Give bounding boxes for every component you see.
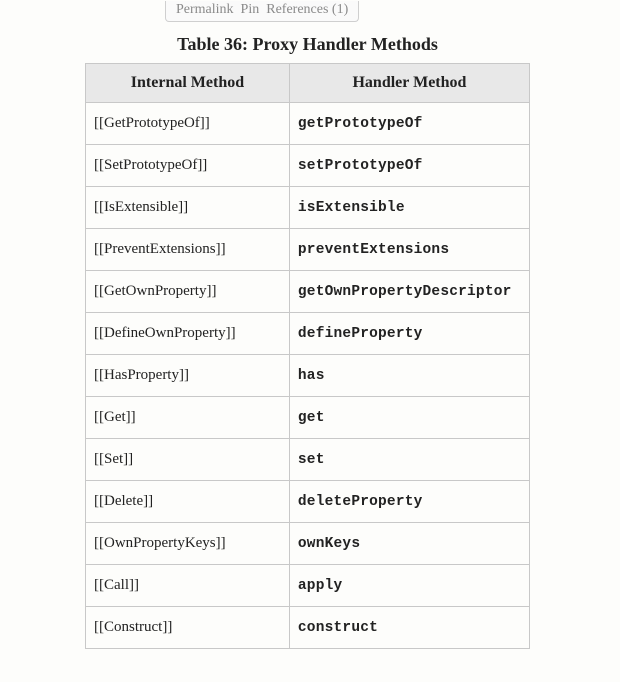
- table-row: [[GetPrototypeOf]]getPrototypeOf: [86, 103, 530, 145]
- table-row: [[Get]]get: [86, 397, 530, 439]
- internal-method-cell: [[OwnPropertyKeys]]: [86, 523, 290, 565]
- table-row: [[Set]]set: [86, 439, 530, 481]
- handler-method-cell: set: [289, 439, 529, 481]
- table-row: [[OwnPropertyKeys]]ownKeys: [86, 523, 530, 565]
- table-row: [[Construct]]construct: [86, 607, 530, 649]
- handler-method-cell: getPrototypeOf: [289, 103, 529, 145]
- handler-method-cell: get: [289, 397, 529, 439]
- handler-method-cell: apply: [289, 565, 529, 607]
- table-row: [[IsExtensible]]isExtensible: [86, 187, 530, 229]
- handler-method-cell: setPrototypeOf: [289, 145, 529, 187]
- table-row: [[HasProperty]]has: [86, 355, 530, 397]
- handler-method-cell: isExtensible: [289, 187, 529, 229]
- internal-method-cell: [[DefineOwnProperty]]: [86, 313, 290, 355]
- handler-method-cell: deleteProperty: [289, 481, 529, 523]
- handler-method-cell: preventExtensions: [289, 229, 529, 271]
- internal-method-cell: [[GetOwnProperty]]: [86, 271, 290, 313]
- handler-method-cell: construct: [289, 607, 529, 649]
- table-row: [[Delete]]deleteProperty: [86, 481, 530, 523]
- internal-method-cell: [[Delete]]: [86, 481, 290, 523]
- header-handler-method: Handler Method: [289, 64, 529, 103]
- internal-method-cell: [[PreventExtensions]]: [86, 229, 290, 271]
- handler-method-cell: defineProperty: [289, 313, 529, 355]
- internal-method-cell: [[Get]]: [86, 397, 290, 439]
- internal-method-cell: [[Construct]]: [86, 607, 290, 649]
- references-link[interactable]: References (1): [264, 2, 350, 18]
- internal-method-cell: [[Set]]: [86, 439, 290, 481]
- pin-link[interactable]: Pin: [239, 2, 262, 18]
- table-row: [[Call]]apply: [86, 565, 530, 607]
- table-row: [[DefineOwnProperty]]defineProperty: [86, 313, 530, 355]
- internal-method-cell: [[SetPrototypeOf]]: [86, 145, 290, 187]
- handler-method-cell: getOwnPropertyDescriptor: [289, 271, 529, 313]
- internal-method-cell: [[IsExtensible]]: [86, 187, 290, 229]
- reference-popup: Permalink Pin References (1): [165, 1, 359, 22]
- internal-method-cell: [[GetPrototypeOf]]: [86, 103, 290, 145]
- table-caption: Table 36: Proxy Handler Methods: [85, 34, 530, 55]
- internal-method-cell: [[HasProperty]]: [86, 355, 290, 397]
- handler-method-cell: ownKeys: [289, 523, 529, 565]
- table-row: [[GetOwnProperty]]getOwnPropertyDescript…: [86, 271, 530, 313]
- table-row: [[SetPrototypeOf]]setPrototypeOf: [86, 145, 530, 187]
- header-internal-method: Internal Method: [86, 64, 290, 103]
- permalink-link[interactable]: Permalink: [174, 2, 236, 18]
- handler-method-cell: has: [289, 355, 529, 397]
- proxy-handler-methods-table: Internal Method Handler Method [[GetProt…: [85, 63, 530, 649]
- table-row: [[PreventExtensions]]preventExtensions: [86, 229, 530, 271]
- internal-method-cell: [[Call]]: [86, 565, 290, 607]
